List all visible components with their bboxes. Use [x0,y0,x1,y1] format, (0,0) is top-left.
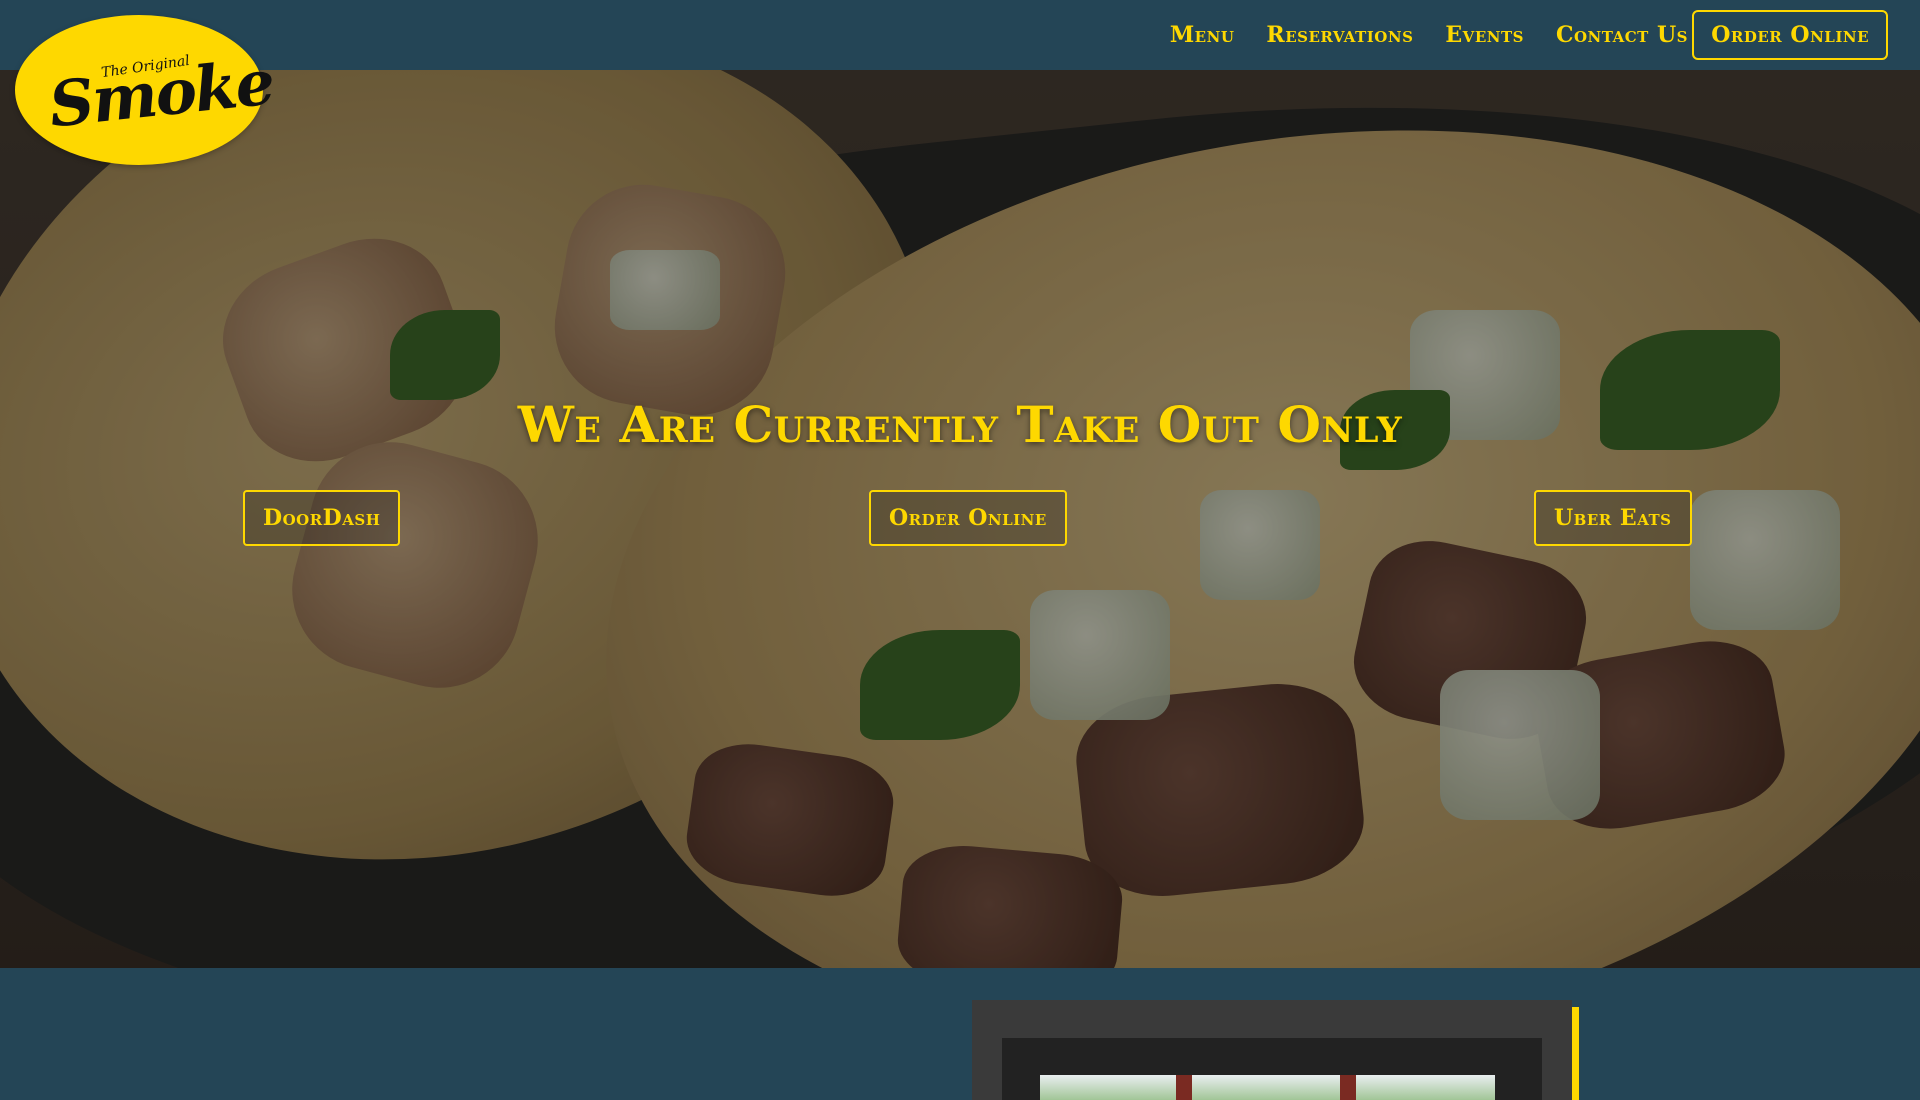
main-nav: Menu Reservations Events Contact Us [1170,0,1688,70]
restaurant-photo [972,1000,1572,1100]
photo-accent-bar [1572,1007,1579,1100]
restaurant-photo-post [1176,1075,1192,1100]
logo-wordmark: Smoke [45,45,277,142]
restaurant-photo-window [1040,1075,1495,1100]
doordash-button[interactable]: DoorDash [243,490,401,546]
site-header: Menu Reservations Events Contact Us Orde… [0,0,1920,70]
hero-headline: We Are Currently Take Out Only [517,395,1403,454]
hero-order-online-button[interactable]: Order Online [869,490,1067,546]
about-section [0,968,1920,1100]
nav-link-menu[interactable]: Menu [1170,22,1235,48]
nav-link-events[interactable]: Events [1445,22,1524,48]
nav-link-contact-us[interactable]: Contact Us [1556,22,1688,48]
site-logo[interactable]: The Original Smoke [15,15,276,165]
uber-eats-button[interactable]: Uber Eats [1534,490,1692,546]
nav-link-reservations[interactable]: Reservations [1266,22,1413,48]
restaurant-photo-post [1340,1075,1356,1100]
header-order-online-button[interactable]: Order Online [1692,10,1888,60]
